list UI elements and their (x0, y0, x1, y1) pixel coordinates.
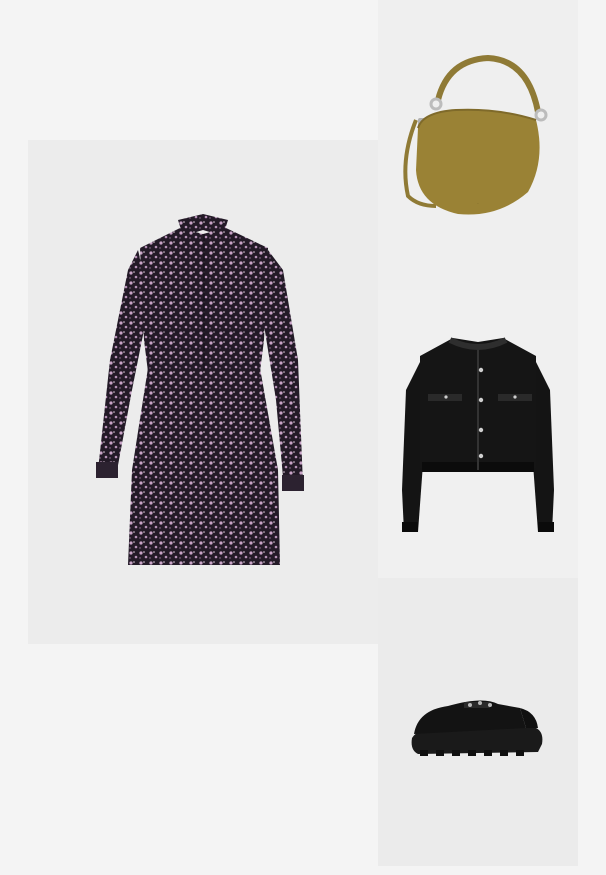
tweed-jacket-image (402, 337, 554, 532)
floral-dress-image (96, 214, 304, 565)
jacket-product-tile[interactable] (378, 290, 578, 578)
dress-product-tile[interactable] (28, 140, 378, 644)
shoe-product-tile[interactable] (378, 578, 578, 866)
hobo-bag-image: · (403, 54, 548, 215)
mule-loafer-image (411, 700, 543, 756)
bag-product-tile[interactable]: · (378, 0, 578, 290)
